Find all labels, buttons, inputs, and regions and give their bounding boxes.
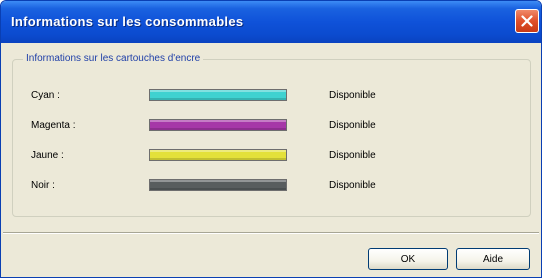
ink-label: Magenta : xyxy=(31,120,76,131)
ink-level-fill xyxy=(150,150,286,160)
ink-label: Cyan : xyxy=(31,90,60,101)
dialog-window: Informations sur les consommables Inform… xyxy=(0,0,542,278)
separator xyxy=(3,232,539,234)
ink-level-bar xyxy=(149,149,287,161)
ink-level-fill xyxy=(150,120,286,130)
dialog-content: Informations sur les cartouches d'encre … xyxy=(1,43,541,277)
ink-cartridges-group: Informations sur les cartouches d'encre … xyxy=(12,53,531,217)
ink-level-fill xyxy=(150,180,286,190)
close-button[interactable] xyxy=(515,9,539,33)
close-icon xyxy=(521,15,533,27)
ink-row-cyan: Cyan : Disponible xyxy=(13,86,530,106)
window-title: Informations sur les consommables xyxy=(11,14,244,29)
ink-level-fill xyxy=(150,90,286,100)
title-bar[interactable]: Informations sur les consommables xyxy=(1,1,541,43)
ink-row-yellow: Jaune : Disponible xyxy=(13,146,530,166)
ink-row-black: Noir : Disponible xyxy=(13,176,530,196)
ink-level-bar xyxy=(149,179,287,191)
ok-button[interactable]: OK xyxy=(368,248,448,270)
ink-level-bar xyxy=(149,89,287,101)
group-legend: Informations sur les cartouches d'encre xyxy=(23,53,204,64)
ink-label: Noir : xyxy=(31,180,55,191)
ink-status: Disponible xyxy=(329,150,376,161)
ink-status: Disponible xyxy=(329,90,376,101)
ink-status: Disponible xyxy=(329,120,376,131)
ink-status: Disponible xyxy=(329,180,376,191)
ink-row-magenta: Magenta : Disponible xyxy=(13,116,530,136)
ink-level-bar xyxy=(149,119,287,131)
help-button[interactable]: Aide xyxy=(456,248,530,270)
ink-label: Jaune : xyxy=(31,150,64,161)
